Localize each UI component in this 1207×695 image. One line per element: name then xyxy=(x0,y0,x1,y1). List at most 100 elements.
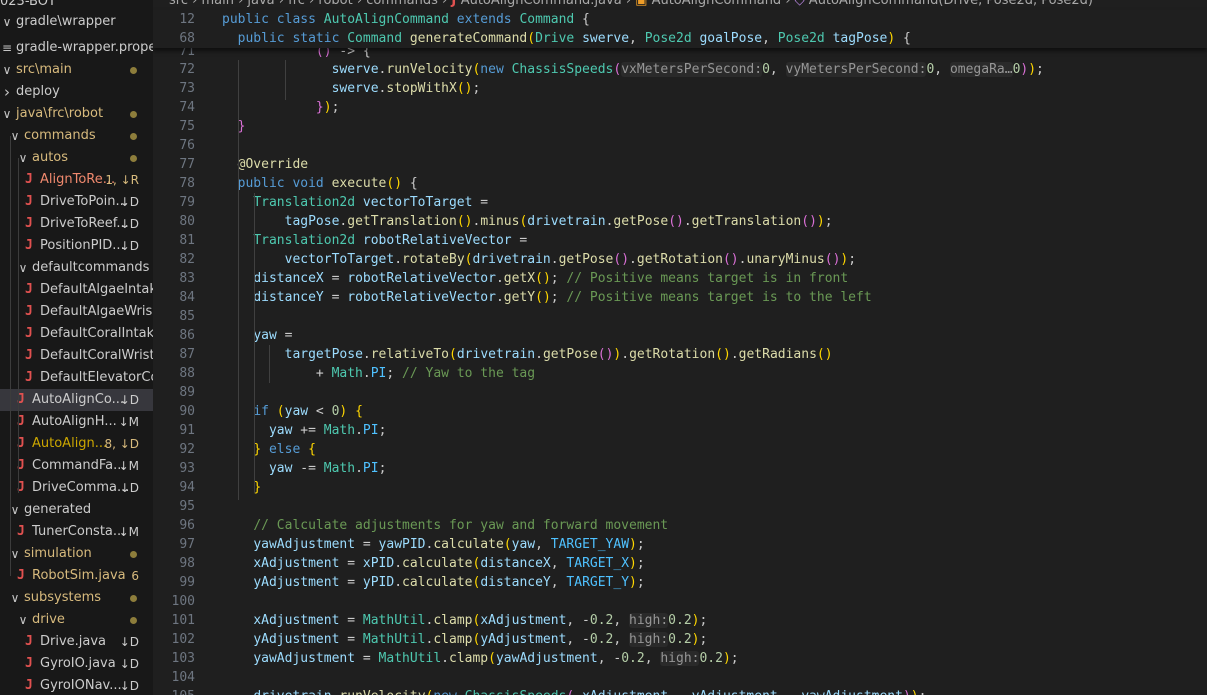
code-text[interactable]: if (yaw < 0) { xyxy=(222,402,363,421)
code-text[interactable]: @Override xyxy=(222,155,308,174)
line-number[interactable]: 101 xyxy=(153,611,195,630)
code-line[interactable]: 96 // Calculate adjustments for yaw and … xyxy=(153,516,1207,535)
code-line[interactable]: 77 @Override xyxy=(153,155,1207,174)
code-text[interactable]: swerve.stopWithX(); xyxy=(222,79,481,98)
line-number[interactable]: 88 xyxy=(153,364,195,383)
line-number[interactable]: 86 xyxy=(153,326,195,345)
code-text[interactable]: distanceY = robotRelativeVector.getY(); … xyxy=(222,288,871,307)
sticky-scroll-header[interactable]: 12 public class AutoAlignCommand extends … xyxy=(153,10,1207,48)
code-text[interactable]: yaw -= Math.PI; xyxy=(222,459,386,478)
code-text[interactable]: distanceX = robotRelativeVector.getX(); … xyxy=(222,269,848,288)
line-number[interactable]: 93 xyxy=(153,459,195,478)
line-number[interactable]: 104 xyxy=(153,668,195,687)
folder-item-gradle-wrapper-prope[interactable]: ≡gradle-wrapper.prope... xyxy=(0,37,153,59)
code-line[interactable]: 100 xyxy=(153,592,1207,611)
file-item-drive-java[interactable]: J Drive.java ↓D xyxy=(0,631,153,653)
code-line[interactable]: 84 distanceY = robotRelativeVector.getY(… xyxy=(153,288,1207,307)
folder-item-defaultcommands[interactable]: ∨ defaultcommands xyxy=(0,257,153,279)
line-number[interactable]: 95 xyxy=(153,497,195,516)
code-line[interactable]: 91 yaw += Math.PI; xyxy=(153,421,1207,440)
line-number[interactable]: 12 xyxy=(153,10,195,29)
code-line[interactable]: 72 swerve.runVelocity(new ChassisSpeeds(… xyxy=(153,60,1207,79)
code-line[interactable]: 104 xyxy=(153,668,1207,687)
line-number[interactable]: 73 xyxy=(153,79,195,98)
code-line[interactable]: 105 drivetrain.runVelocity(new ChassisSp… xyxy=(153,687,1207,695)
code-line[interactable]: 80 tagPose.getTranslation().minus(drivet… xyxy=(153,212,1207,231)
folder-item-src-main[interactable]: ∨ src\main xyxy=(0,59,153,81)
code-text[interactable]: xAdjustment = MathUtil.clamp(xAdjustment… xyxy=(222,611,707,630)
file-item-defaultalgaeintak[interactable]: J DefaultAlgaeIntak... xyxy=(0,279,153,301)
folder-item-autos[interactable]: ∨ autos xyxy=(0,147,153,169)
code-text[interactable]: targetPose.relativeTo(drivetrain.getPose… xyxy=(222,345,833,364)
code-text[interactable]: Translation2d vectorToTarget = xyxy=(222,193,488,212)
breadcrumb-item[interactable]: src xyxy=(169,0,188,8)
folder-item-generated[interactable]: ∨ generated xyxy=(0,499,153,521)
code-line[interactable]: 68 public static Command generateCommand… xyxy=(153,29,1207,48)
code-text[interactable]: }); xyxy=(222,98,339,117)
code-text[interactable]: } else { xyxy=(222,440,316,459)
file-item-gyroio-java[interactable]: J GyroIO.java ↓D xyxy=(0,653,153,675)
line-number[interactable]: 80 xyxy=(153,212,195,231)
code-line[interactable]: 83 distanceX = robotRelativeVector.getX(… xyxy=(153,269,1207,288)
code-line[interactable]: 103 yawAdjustment = MathUtil.clamp(yawAd… xyxy=(153,649,1207,668)
breadcrumb-item[interactable]: main xyxy=(201,0,233,8)
breadcrumb-item[interactable]: robot xyxy=(318,0,352,8)
line-number[interactable]: 81 xyxy=(153,231,195,250)
code-text[interactable]: yaw = xyxy=(222,326,292,345)
line-number[interactable]: 89 xyxy=(153,383,195,402)
code-editor[interactable]: src › main › java › frc › robot › comman… xyxy=(153,0,1207,695)
breadcrumb-item[interactable]: AutoAlignCommand xyxy=(652,0,782,8)
file-item-drivetopoin[interactable]: J DriveToPoin... ↓D xyxy=(0,191,153,213)
code-text[interactable]: swerve.runVelocity(new ChassisSpeeds(vxM… xyxy=(222,60,1044,79)
line-number[interactable]: 82 xyxy=(153,250,195,269)
code-text[interactable]: public void execute() { xyxy=(222,174,418,193)
code-line[interactable]: 102 yAdjustment = MathUtil.clamp(yAdjust… xyxy=(153,630,1207,649)
line-number[interactable]: 85 xyxy=(153,307,195,326)
line-number[interactable]: 74 xyxy=(153,98,195,117)
code-line[interactable]: 101 xAdjustment = MathUtil.clamp(xAdjust… xyxy=(153,611,1207,630)
code-line[interactable]: 99 yAdjustment = yPID.calculate(distance… xyxy=(153,573,1207,592)
code-line[interactable]: 87 targetPose.relativeTo(drivetrain.getP… xyxy=(153,345,1207,364)
code-text[interactable]: // Calculate adjustments for yaw and for… xyxy=(222,516,668,535)
line-number[interactable]: 87 xyxy=(153,345,195,364)
breadcrumb-item[interactable]: AutoAlignCommand(Drive, Pose2d, Pose2d) xyxy=(809,0,1093,8)
breadcrumb-item[interactable]: AutoAlignCommand.java xyxy=(461,0,622,8)
chevron-down-icon[interactable]: ∨ xyxy=(9,587,21,609)
code-text[interactable]: public class AutoAlignCommand extends Co… xyxy=(222,10,590,29)
line-number[interactable]: 72 xyxy=(153,60,195,79)
code-line[interactable]: 92 } else { xyxy=(153,440,1207,459)
breadcrumb-item[interactable]: commands xyxy=(366,0,438,8)
code-text[interactable]: yAdjustment = yPID.calculate(distanceY, … xyxy=(222,573,644,592)
file-item-aligntore[interactable]: J AlignToRe... 1, ↓R xyxy=(0,169,153,191)
file-item-defaultalgaewris[interactable]: J DefaultAlgaeWris... xyxy=(0,301,153,323)
breadcrumb-item[interactable]: java xyxy=(247,0,274,8)
folder-item-commands[interactable]: ∨ commands xyxy=(0,125,153,147)
line-number[interactable]: 100 xyxy=(153,592,195,611)
line-number[interactable]: 77 xyxy=(153,155,195,174)
code-line[interactable]: 94 } xyxy=(153,478,1207,497)
file-item-defaultcoralwrist[interactable]: J DefaultCoralWrist... xyxy=(0,345,153,367)
code-text[interactable]: yawAdjustment = yawPID.calculate(yaw, TA… xyxy=(222,535,644,554)
file-item-tunerconsta[interactable]: J TunerConsta... ↓M xyxy=(0,521,153,543)
code-text[interactable]: yaw += Math.PI; xyxy=(222,421,386,440)
line-number[interactable]: 84 xyxy=(153,288,195,307)
line-number[interactable]: 98 xyxy=(153,554,195,573)
code-line[interactable]: 12 public class AutoAlignCommand extends … xyxy=(153,10,1207,29)
code-text[interactable]: } xyxy=(222,117,246,136)
code-text[interactable]: tagPose.getTranslation().minus(drivetrai… xyxy=(222,212,833,231)
file-item-defaultcoralintak[interactable]: J DefaultCoralIntak... xyxy=(0,323,153,345)
line-number[interactable]: 99 xyxy=(153,573,195,592)
code-text[interactable]: yAdjustment = MathUtil.clamp(yAdjustment… xyxy=(222,630,707,649)
code-text[interactable]: public static Command generateCommand(Dr… xyxy=(222,29,911,48)
code-text[interactable]: } xyxy=(222,478,261,497)
file-item-positionpid[interactable]: J PositionPID... ↓D xyxy=(0,235,153,257)
line-number[interactable]: 76 xyxy=(153,136,195,155)
folder-item-drive[interactable]: ∨ drive xyxy=(0,609,153,631)
line-number[interactable]: 68 xyxy=(153,29,195,48)
line-number[interactable]: 96 xyxy=(153,516,195,535)
line-number[interactable]: 90 xyxy=(153,402,195,421)
folder-item-gradle-wrapper[interactable]: ∨ gradle\wrapper xyxy=(0,11,153,33)
line-number[interactable]: 79 xyxy=(153,193,195,212)
folder-item-deploy[interactable]: › deploy xyxy=(0,81,153,103)
file-item-commandfa[interactable]: J CommandFa... ↓M xyxy=(0,455,153,477)
